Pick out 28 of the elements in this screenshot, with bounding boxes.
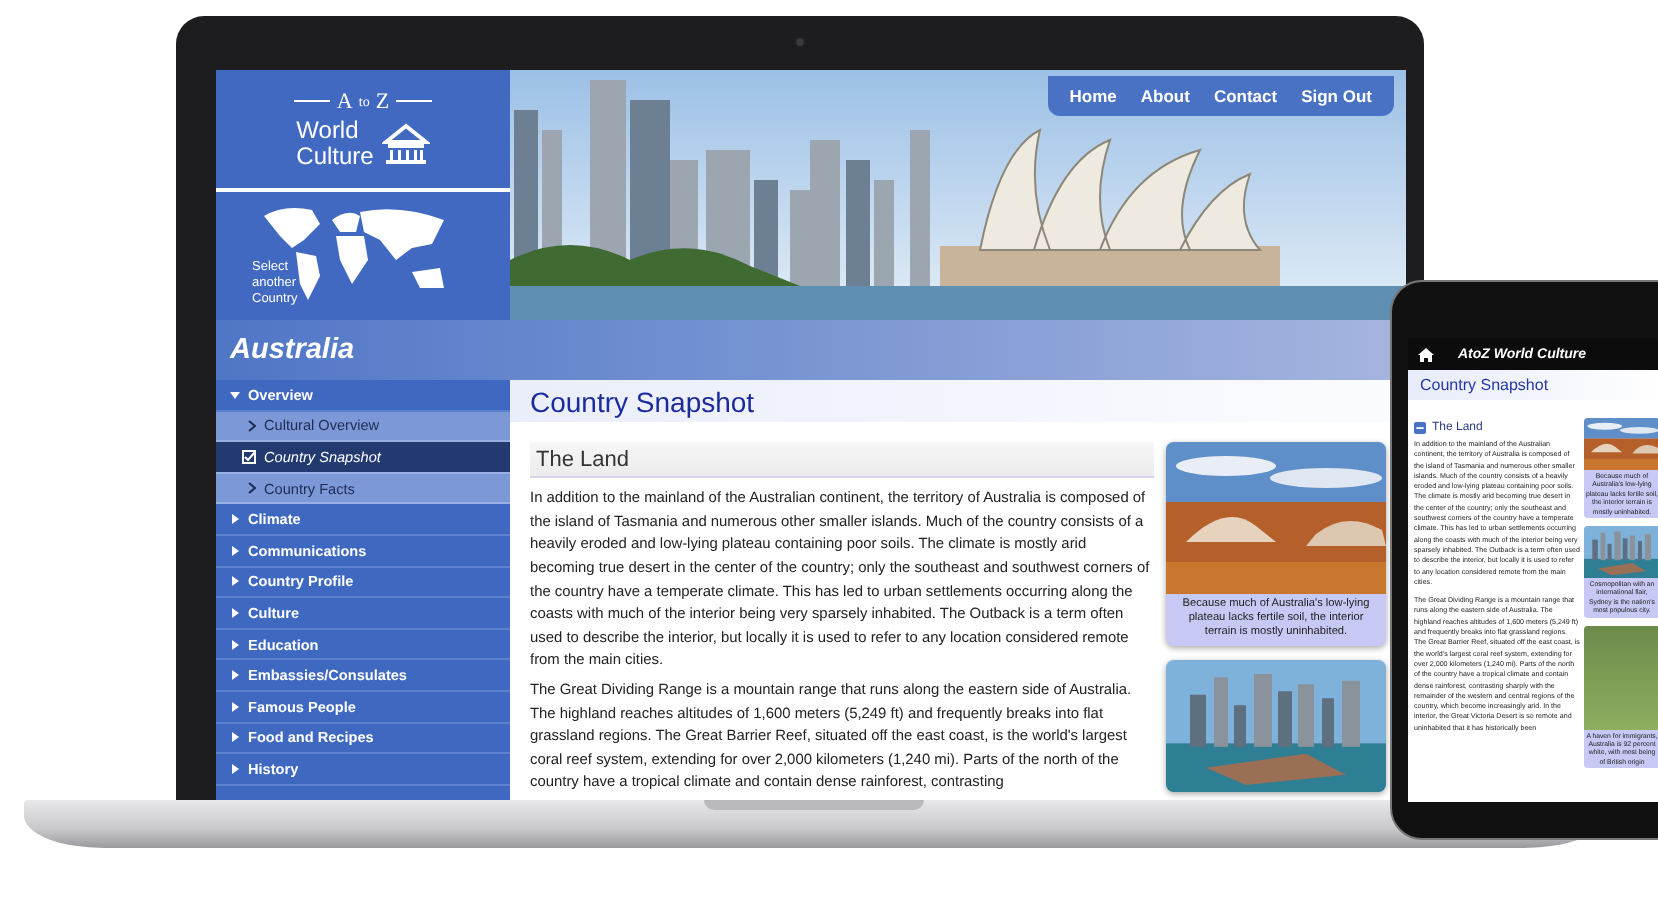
collapsed-triangle-icon xyxy=(230,607,240,618)
collapsed-triangle-icon xyxy=(230,545,240,556)
site-name: World Culture xyxy=(296,117,374,169)
collapsed-triangle-icon xyxy=(230,732,240,743)
desert-photo xyxy=(1584,418,1658,470)
page-title: Country Snapshot xyxy=(530,385,755,418)
nav-link[interactable]: About xyxy=(1130,80,1200,112)
building-icon xyxy=(381,121,430,165)
nav-link[interactable]: Contact xyxy=(1203,80,1288,112)
collapsed-triangle-icon xyxy=(230,576,240,587)
section-title: The Land xyxy=(536,447,629,472)
photo-placeholder xyxy=(1584,625,1658,730)
chevron-right-icon xyxy=(248,482,256,495)
collapsed-triangle-icon xyxy=(230,670,240,681)
home-icon[interactable] xyxy=(1418,347,1434,361)
city-photo xyxy=(1584,526,1658,579)
page-title: Country Snapshot xyxy=(1420,376,1549,394)
nav-link[interactable]: Home xyxy=(1059,80,1127,112)
checkbox-icon xyxy=(242,449,256,464)
collapsed-triangle-icon xyxy=(230,639,240,650)
country-name: Australia xyxy=(230,334,355,366)
collapse-icon[interactable] xyxy=(1414,421,1426,433)
collapsed-triangle-icon xyxy=(230,514,240,525)
chevron-right-icon xyxy=(248,419,256,432)
expanded-triangle-icon xyxy=(230,389,240,400)
nav-link[interactable]: Sign Out xyxy=(1291,80,1382,112)
collapsed-triangle-icon xyxy=(230,763,240,774)
collapsed-triangle-icon xyxy=(230,701,240,712)
